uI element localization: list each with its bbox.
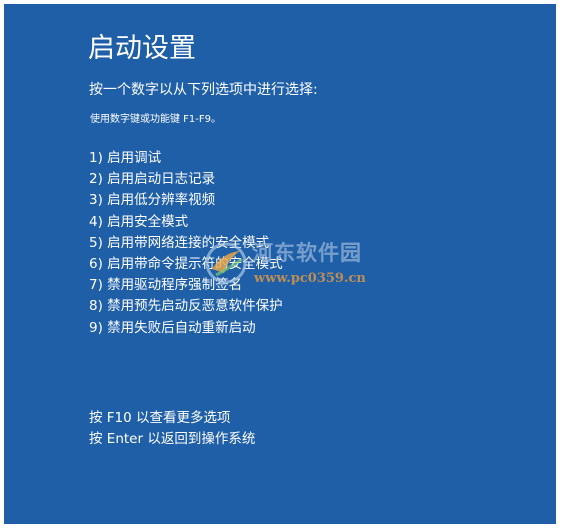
option-enable-debugging[interactable]: 1) 启用调试 [89,148,283,169]
option-disable-early-launch-antimalware[interactable]: 8) 禁用预先启动反恶意软件保护 [89,296,283,317]
startup-settings-screen: 启动设置 按一个数字以从下列选项中进行选择: 使用数字键或功能键 F1-F9。 … [4,4,556,524]
page-title: 启动设置 [88,33,196,64]
option-enable-boot-logging[interactable]: 2) 启用启动日志记录 [89,169,283,190]
option-disable-driver-signature-enforcement[interactable]: 7) 禁用驱动程序强制签名 [89,275,283,296]
return-to-os-link[interactable]: 按 Enter 以返回到操作系统 [89,429,255,450]
startup-options-list: 1) 启用调试 2) 启用启动日志记录 3) 启用低分辨率视频 4) 启用安全模… [89,148,283,339]
option-enable-safe-mode[interactable]: 4) 启用安全模式 [89,212,283,233]
option-enable-low-resolution-video[interactable]: 3) 启用低分辨率视频 [89,190,283,211]
option-disable-auto-restart-on-failure[interactable]: 9) 禁用失败后自动重新启动 [89,318,283,339]
instruction-text: 按一个数字以从下列选项中进行选择: [89,82,318,98]
option-enable-safe-mode-command-prompt[interactable]: 6) 启用带命令提示符的安全模式 [89,254,283,275]
key-hint-text: 使用数字键或功能键 F1-F9。 [90,114,222,125]
footer: 按 F10 以查看更多选项 按 Enter 以返回到操作系统 [89,408,255,450]
more-options-link[interactable]: 按 F10 以查看更多选项 [89,408,255,429]
option-enable-safe-mode-networking[interactable]: 5) 启用带网络连接的安全模式 [89,233,283,254]
